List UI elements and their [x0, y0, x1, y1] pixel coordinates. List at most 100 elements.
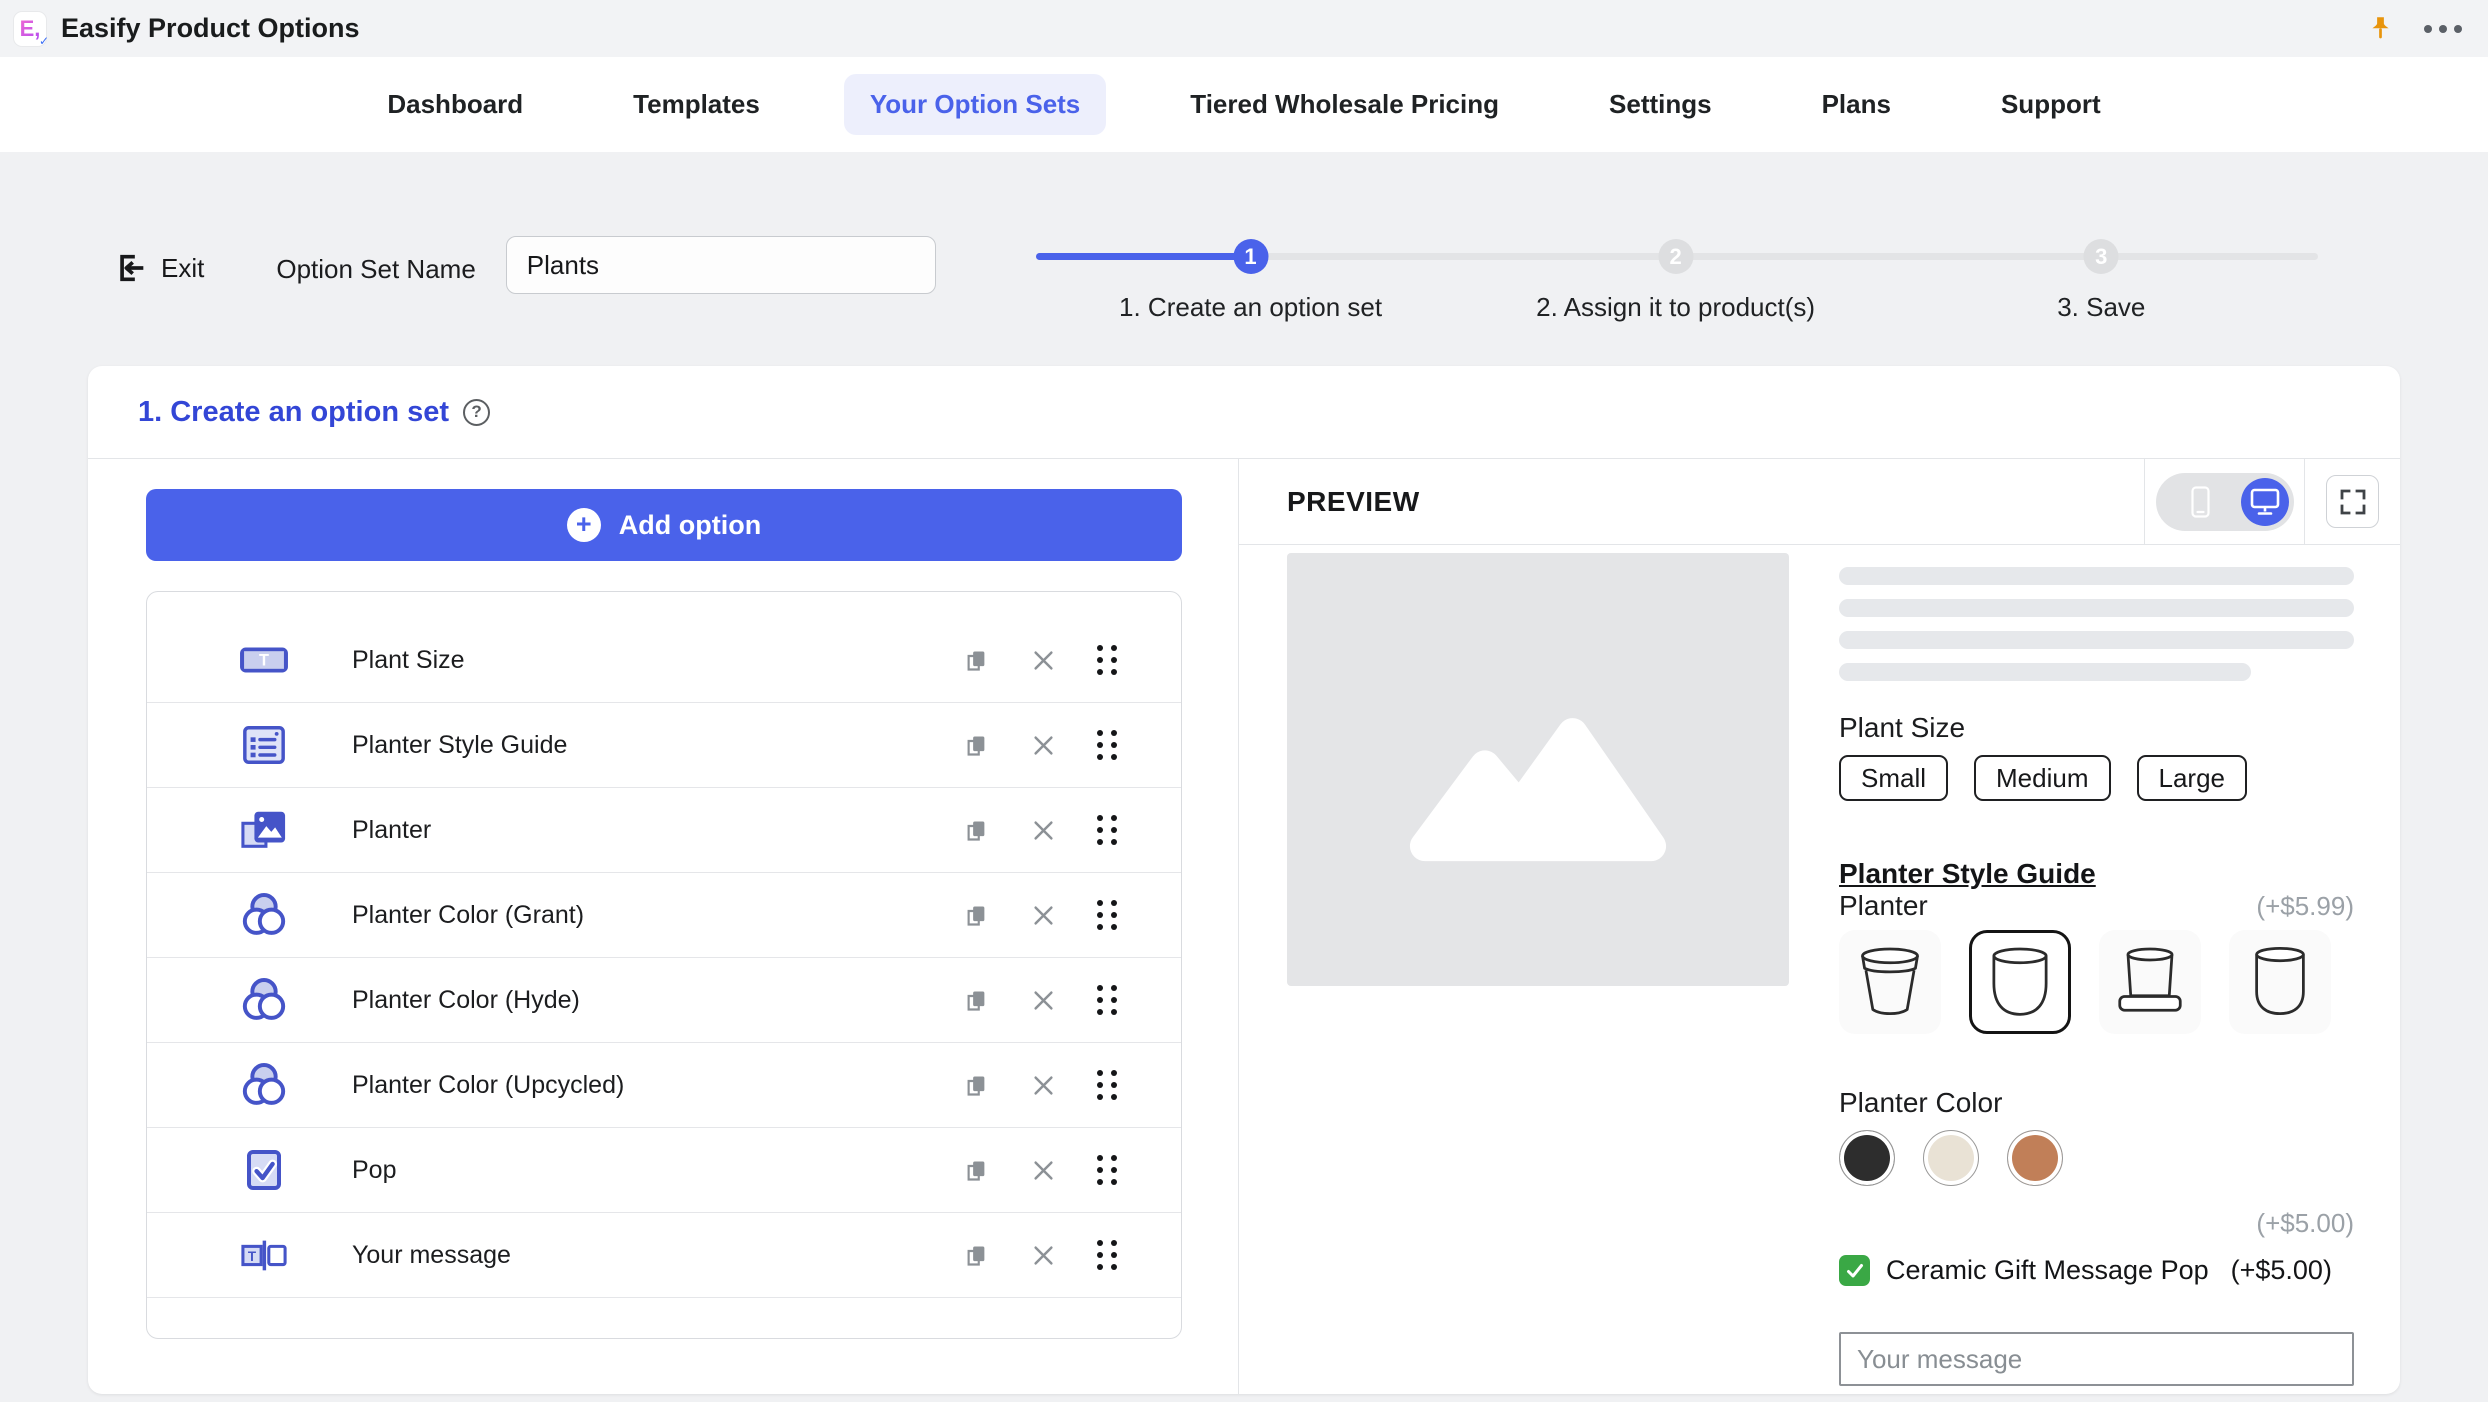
planter-variant-cylinder[interactable]: [2229, 930, 2331, 1034]
drag-handle-icon[interactable]: [1097, 900, 1117, 930]
product-image-placeholder: [1287, 553, 1789, 986]
duplicate-icon[interactable]: [963, 732, 990, 759]
card-header: 1. Create an option set ?: [88, 366, 2400, 459]
option-row-planter[interactable]: Planter: [147, 788, 1181, 873]
color-swatch-type-icon: [236, 890, 292, 940]
exit-icon: [115, 251, 149, 285]
remove-icon[interactable]: [1030, 732, 1057, 759]
duplicate-icon[interactable]: [963, 647, 990, 674]
preview-panel: PREVIEW Plant Size Small Medium Large Pl…: [1239, 459, 2400, 1394]
skeleton-line: [1839, 631, 2354, 649]
option-row-planter-color-upcycled[interactable]: Planter Color (Upcycled): [147, 1043, 1181, 1128]
desktop-view-button[interactable]: [2240, 477, 2289, 526]
nav-settings[interactable]: Settings: [1583, 74, 1738, 135]
remove-icon[interactable]: [1030, 902, 1057, 929]
duplicate-icon[interactable]: [963, 1242, 990, 1269]
option-set-card: 1. Create an option set ? + Add option T: [88, 366, 2400, 1394]
size-small-button[interactable]: Small: [1839, 755, 1949, 801]
step-3-circle[interactable]: 3: [2083, 239, 2119, 274]
duplicate-icon[interactable]: [963, 817, 990, 844]
option-builder-panel: + Add option T Plant Size Planter Style …: [88, 459, 1239, 1394]
planter-variant-saucer[interactable]: [2099, 930, 2201, 1034]
add-option-button[interactable]: + Add option: [146, 489, 1182, 561]
option-row-pop[interactable]: Pop: [147, 1128, 1181, 1213]
nav-tiered-wholesale-pricing[interactable]: Tiered Wholesale Pricing: [1164, 74, 1525, 135]
planter-variant-rounded[interactable]: [1969, 930, 2071, 1034]
gift-pop-row: Ceramic Gift Message Pop (+$5.00): [1839, 1255, 2354, 1286]
more-menu-icon[interactable]: [2424, 24, 2462, 33]
nav-your-option-sets[interactable]: Your Option Sets: [843, 74, 1107, 135]
step-2-label: 2. Assign it to product(s): [1536, 292, 1816, 322]
nav-support[interactable]: Support: [1975, 74, 2127, 135]
drag-handle-icon[interactable]: [1097, 1240, 1117, 1270]
color-swatch-terracotta[interactable]: [2007, 1130, 2063, 1186]
drag-handle-icon[interactable]: [1097, 1070, 1117, 1100]
preview-header: PREVIEW: [1239, 459, 2400, 545]
remove-icon[interactable]: [1030, 1157, 1057, 1184]
option-label: Planter: [352, 815, 432, 844]
mobile-view-button[interactable]: [2161, 478, 2241, 526]
skeleton-line: [1839, 663, 2251, 681]
main-nav: Dashboard Templates Your Option Sets Tie…: [0, 57, 2488, 152]
text-field-type-icon: T: [236, 1232, 292, 1278]
drag-handle-icon[interactable]: [1097, 645, 1117, 675]
duplicate-icon[interactable]: [963, 1157, 990, 1184]
help-icon[interactable]: ?: [463, 398, 491, 426]
device-toggle: [2155, 472, 2294, 531]
plant-size-label: Plant Size: [1839, 712, 1966, 743]
option-label: Planter Color (Upcycled): [352, 1070, 625, 1099]
option-row-planter-style-guide[interactable]: Planter Style Guide: [147, 703, 1181, 788]
fullscreen-icon: [2338, 487, 2368, 517]
option-row-planter-color-hyde[interactable]: Planter Color (Hyde): [147, 958, 1181, 1043]
drag-handle-icon[interactable]: [1097, 815, 1117, 845]
pin-icon[interactable]: [2367, 14, 2394, 44]
color-swatch-black[interactable]: [1839, 1130, 1895, 1186]
option-row-plant-size[interactable]: T Plant Size: [147, 618, 1181, 703]
duplicate-icon[interactable]: [963, 1072, 990, 1099]
nav-dashboard[interactable]: Dashboard: [361, 74, 549, 135]
card-title: 1. Create an option set: [138, 395, 450, 428]
remove-icon[interactable]: [1030, 1072, 1057, 1099]
duplicate-icon[interactable]: [963, 902, 990, 929]
checkbox-type-icon: [236, 1145, 292, 1195]
remove-icon[interactable]: [1030, 1242, 1057, 1269]
fullscreen-button[interactable]: [2326, 475, 2379, 528]
color-swatch-cream[interactable]: [1923, 1130, 1979, 1186]
mobile-icon: [2191, 485, 2210, 518]
stepper-progress: [1035, 253, 1254, 260]
drag-handle-icon[interactable]: [1097, 985, 1117, 1015]
step-2-circle[interactable]: 2: [1658, 239, 1694, 274]
remove-icon[interactable]: [1030, 647, 1057, 674]
setup-row: Exit Option Set Name 1 2 3 1. Create an …: [0, 236, 2488, 351]
step-1-circle[interactable]: 1: [1233, 239, 1269, 274]
duplicate-icon[interactable]: [963, 987, 990, 1014]
option-label: Pop: [352, 1155, 397, 1184]
drag-handle-icon[interactable]: [1097, 730, 1117, 760]
mountains-icon: [1388, 665, 1688, 875]
nav-plans[interactable]: Plans: [1796, 74, 1917, 135]
option-set-name-input[interactable]: [505, 236, 936, 294]
option-label: Planter Color (Grant): [352, 900, 585, 929]
option-row-planter-color-grant[interactable]: Planter Color (Grant): [147, 873, 1181, 958]
planter-color-label: Planter Color: [1839, 1087, 2003, 1118]
planter-variant-tapered[interactable]: [1839, 930, 1941, 1034]
remove-icon[interactable]: [1030, 817, 1057, 844]
color-swatch-type-icon: [236, 1060, 292, 1110]
exit-button[interactable]: Exit: [115, 251, 204, 285]
size-medium-button[interactable]: Medium: [1974, 755, 2111, 801]
gift-pop-checkbox[interactable]: [1839, 1255, 1870, 1286]
option-row-your-message[interactable]: T Your message: [147, 1213, 1181, 1298]
size-large-button[interactable]: Large: [2136, 755, 2247, 801]
topbar: E, ✓ Easify Product Options: [0, 0, 2488, 57]
planter-style-guide-link[interactable]: Planter Style Guide: [1839, 857, 2096, 891]
your-message-input[interactable]: [1839, 1332, 2354, 1386]
stepper: 1 2 3 1. Create an option set 2. Assign …: [1035, 236, 2318, 351]
options-list: T Plant Size Planter Style Guide Planter…: [146, 591, 1182, 1339]
exit-label: Exit: [161, 252, 205, 283]
planter-variants-row: [1839, 930, 2354, 1034]
button-type-icon: T: [236, 637, 292, 683]
app-logo: E, ✓: [14, 11, 49, 48]
remove-icon[interactable]: [1030, 987, 1057, 1014]
drag-handle-icon[interactable]: [1097, 1155, 1117, 1185]
nav-templates[interactable]: Templates: [607, 74, 786, 135]
